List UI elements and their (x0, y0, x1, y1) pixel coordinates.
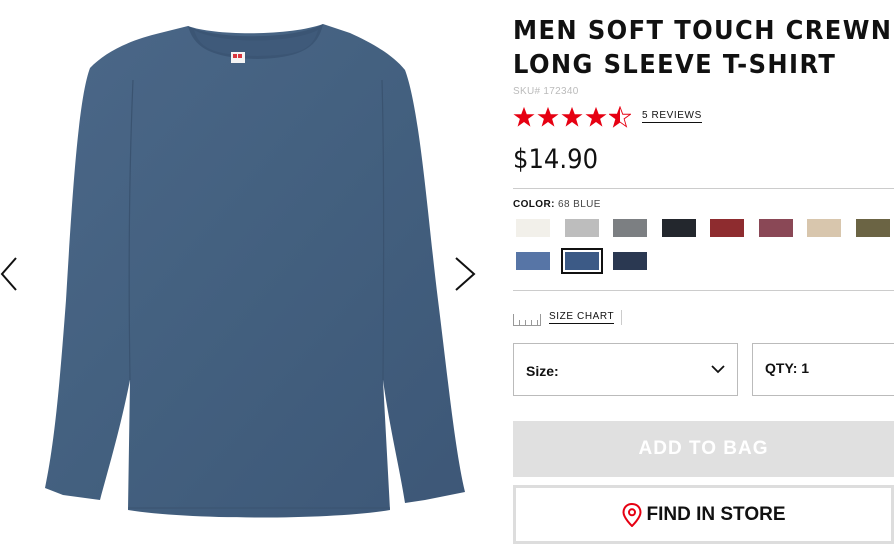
product-title-line1: MEN SOFT TOUCH CREWNECK (513, 16, 894, 46)
find-in-store-button[interactable]: FIND IN STORE (513, 485, 894, 544)
size-select[interactable]: Size: (513, 343, 738, 396)
reviews-link[interactable]: 5 REVIEWS (642, 110, 702, 123)
product-image-gallery (0, 0, 505, 550)
product-title: MEN SOFT TOUCH CREWNECK LONG SLEEVE T-SH… (513, 14, 894, 82)
find-in-store-label: FIND IN STORE (646, 503, 786, 525)
ruler-icon (513, 314, 541, 326)
size-chart-label: SIZE CHART (549, 310, 615, 324)
color-swatch-wine[interactable] (758, 219, 793, 237)
color-swatch-light-gray[interactable] (564, 219, 599, 237)
separator (621, 310, 622, 325)
divider (513, 290, 894, 291)
chevron-down-icon (711, 365, 725, 374)
star-icon (585, 106, 607, 127)
color-label-key: COLOR: (513, 199, 555, 210)
color-swatch-navy[interactable] (613, 252, 647, 270)
star-icon (561, 106, 583, 127)
next-image-arrow[interactable] (452, 256, 478, 292)
product-title-line2: LONG SLEEVE T-SHIRT (513, 50, 837, 80)
color-label-value: 68 BLUE (558, 199, 601, 210)
add-to-bag-button[interactable]: ADD TO BAG (513, 421, 894, 477)
divider (513, 188, 894, 189)
color-swatch-light-blue[interactable] (516, 252, 550, 270)
color-swatch-blue[interactable] (560, 248, 603, 274)
product-image (45, 24, 465, 518)
color-swatch-red[interactable] (710, 219, 744, 237)
product-price: $14.90 (513, 144, 599, 175)
half-star-icon (609, 106, 631, 128)
prev-image-arrow[interactable] (0, 256, 26, 292)
color-swatch-olive[interactable] (855, 219, 890, 237)
color-swatch-beige[interactable] (807, 219, 841, 237)
product-details-panel: MEN SOFT TOUCH CREWNECK LONG SLEEVE T-SH… (513, 0, 894, 550)
color-swatch-off-white[interactable] (516, 219, 550, 237)
star-icon (537, 106, 559, 127)
size-select-label: Size: (526, 363, 559, 379)
star-icon (513, 106, 535, 127)
chevron-left-icon (0, 257, 17, 291)
quantity-select[interactable]: QTY: 1 (752, 343, 894, 396)
color-swatch-black[interactable] (661, 219, 696, 237)
color-swatch-gray[interactable] (613, 219, 647, 237)
star-rating (513, 106, 633, 128)
quantity-select-label: QTY: 1 (765, 360, 810, 376)
sku-number: SKU# 172340 (513, 86, 579, 97)
size-chart-link[interactable]: SIZE CHART (513, 308, 615, 326)
chevron-right-icon (455, 257, 476, 291)
color-label: COLOR: 68 BLUE (513, 199, 601, 210)
location-pin-icon (621, 502, 642, 527)
